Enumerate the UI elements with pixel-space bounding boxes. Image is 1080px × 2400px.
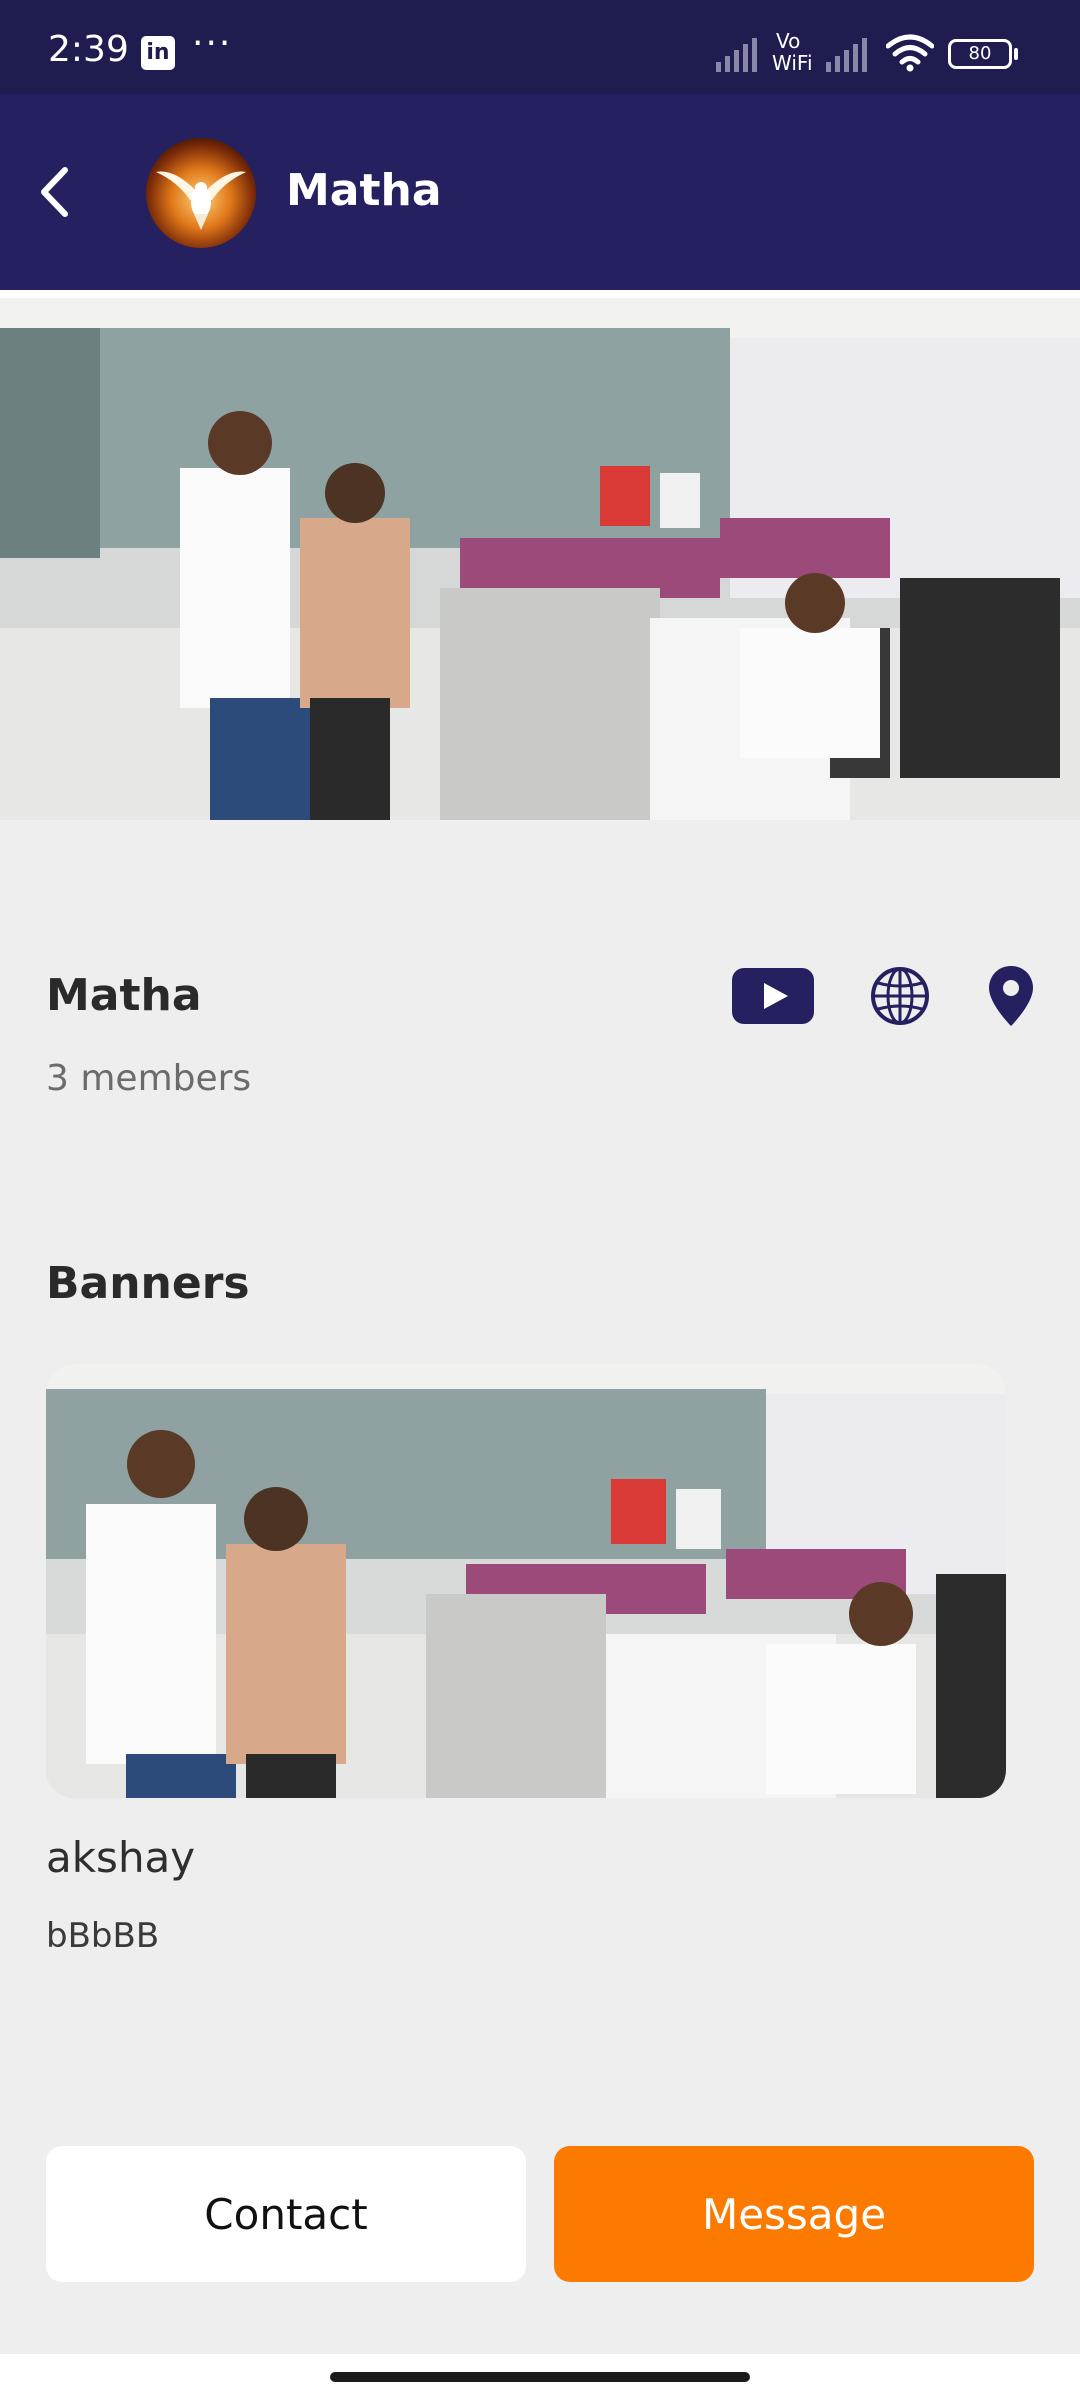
status-time: 2:39 xyxy=(48,29,129,70)
battery-icon: 80 xyxy=(948,39,1012,69)
location-pin-icon xyxy=(989,966,1033,1026)
status-bar: 2:39 in ··· Vo WiFi 80 xyxy=(0,0,1080,94)
wifi-icon xyxy=(886,34,934,72)
group-name: Matha xyxy=(46,970,202,1021)
signal-strength-icon-2 xyxy=(826,38,867,72)
linkedin-notification-icon: in xyxy=(141,36,175,70)
globe-icon xyxy=(871,967,929,1025)
back-button[interactable] xyxy=(22,152,86,232)
app-bar: Matha xyxy=(0,94,1080,290)
office-photo xyxy=(0,298,1080,820)
vowifi-label-top: Vo xyxy=(776,29,801,53)
cover-image xyxy=(0,298,1080,820)
banner-image xyxy=(46,1364,1006,1798)
member-count: 3 members xyxy=(46,1058,252,1099)
signal-strength-icon xyxy=(716,38,757,72)
message-button[interactable]: Message xyxy=(554,2146,1034,2282)
dove-avatar-image xyxy=(146,138,256,248)
website-button[interactable] xyxy=(870,966,930,1026)
group-avatar[interactable] xyxy=(146,138,256,248)
battery-tip xyxy=(1014,48,1018,60)
battery-level: 80 xyxy=(968,43,992,64)
vowifi-label-bottom: WiFi xyxy=(772,51,813,75)
banners-section-title: Banners xyxy=(46,1258,250,1309)
home-indicator[interactable] xyxy=(330,2372,750,2382)
contact-button[interactable]: Contact xyxy=(46,2146,526,2282)
chevron-left-icon xyxy=(41,167,68,217)
location-button[interactable] xyxy=(986,964,1036,1028)
youtube-icon xyxy=(732,968,814,1024)
header-title: Matha xyxy=(286,165,442,216)
banner-title: akshay xyxy=(46,1833,196,1882)
more-notifications-icon: ··· xyxy=(192,23,233,64)
header-divider xyxy=(0,290,1080,298)
banner-description: bBbBB xyxy=(46,1916,160,1956)
banner-card[interactable] xyxy=(46,1364,1006,1798)
youtube-button[interactable] xyxy=(732,968,814,1024)
